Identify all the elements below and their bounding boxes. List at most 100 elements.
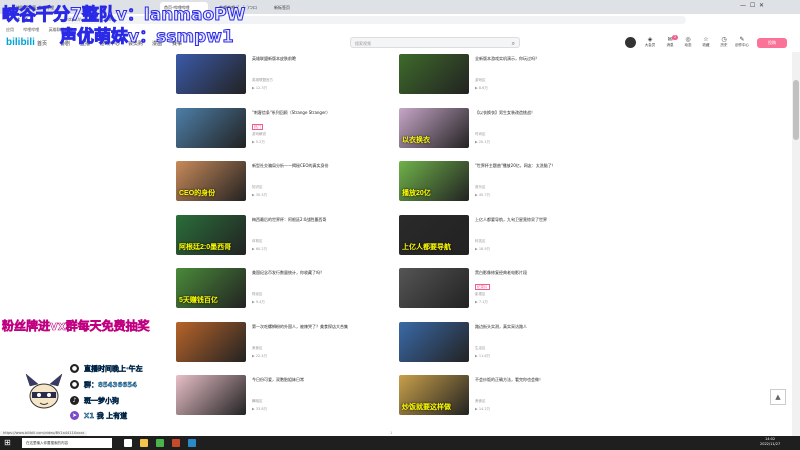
chrome-icon[interactable] <box>156 439 164 447</box>
video-uploader[interactable]: 游戏解说 <box>252 132 266 137</box>
taskbar-clock[interactable]: 14:02 2022/11/27 <box>760 437 780 447</box>
video-feed: 英雄联盟新版本皮肤前瞻 英雄联盟官方 ▶ 12.3万 全新版本游戏实机演示，你玩过吗？… <box>0 52 800 436</box>
video-card[interactable]: 以衣换衣 【以衣换衣】男生女装改造挑战！ 时尚区 ▶ 20.1万 <box>399 107 599 156</box>
video-title[interactable]: "刺客信条"系列回顾（Strange Stranger） <box>252 110 372 116</box>
video-uploader[interactable]: 体育区 <box>252 239 263 244</box>
search-placeholder: 搜索视频 <box>355 41 371 46</box>
video-title[interactable]: 路边街头实测，真实采访路人 <box>475 324 595 330</box>
thumbnail-caption: 以衣换衣 <box>402 136 430 144</box>
video-thumbnail[interactable]: 炒饭就要这样做 <box>399 375 469 415</box>
video-title[interactable]: 英雄联盟新版本皮肤前瞻 <box>252 56 372 62</box>
video-uploader[interactable]: 舞蹈区 <box>252 399 263 404</box>
video-title[interactable]: 新型社交骗局分析——揭秘CEO的真实身份 <box>252 163 372 169</box>
thumbnail-caption: 阿根廷2:0墨西哥 <box>179 243 232 251</box>
video-title[interactable]: 美国纪念币发行数量统计，你收藏了吗？ <box>252 270 372 276</box>
watermark-line-2: 声优萌妹v：ssmpw1 <box>60 27 235 48</box>
video-thumbnail[interactable]: 以衣换衣 <box>399 107 469 148</box>
qq-icon: ● <box>70 380 79 389</box>
app-icon[interactable] <box>172 439 180 447</box>
video-card[interactable]: 第一次吃螺蛳粉的外国人，被辣哭了？美食探店大合集 美食区 ▶ 22.4万 <box>176 321 376 370</box>
video-title[interactable]: 【以衣换衣】男生女装改造挑战！ <box>475 110 595 116</box>
video-uploader[interactable]: 游戏区 <box>475 78 486 83</box>
video-thumbnail[interactable]: 阿根廷2:0墨西哥 <box>176 214 246 255</box>
favorite-icon[interactable]: ☆ 收藏 <box>696 36 716 48</box>
upload-button[interactable]: 投稿 <box>757 38 787 48</box>
penguin-icon: ● <box>70 364 79 373</box>
video-thumbnail[interactable] <box>176 321 246 362</box>
video-thumbnail[interactable] <box>399 321 469 362</box>
history-icon[interactable]: ◷ 历史 <box>714 36 734 48</box>
scrollbar-thumb[interactable] <box>793 80 799 140</box>
douyin-icon: ♪ <box>70 396 79 405</box>
search-input[interactable]: 搜索视频 ⌕ <box>350 37 520 48</box>
video-uploader[interactable]: 知识区 <box>252 185 263 190</box>
video-title[interactable]: 第一次吃螺蛳粉的外国人，被辣哭了？美食探店大合集 <box>252 324 372 330</box>
dynamic-icon[interactable]: ◎ 动态 <box>678 36 698 48</box>
scrollbar[interactable] <box>792 52 800 436</box>
browser-tab[interactable]: 新标签页 <box>270 2 318 14</box>
video-card[interactable]: 英雄联盟新版本皮肤前瞻 英雄联盟官方 ▶ 12.3万 <box>176 54 376 102</box>
video-title[interactable]: 不会炒饭的正确方法，看完你也会做！ <box>475 377 595 383</box>
video-card[interactable]: 上亿人都要导航 上亿人都要导航，九旬卫星竟惊呆了世界 科技区 ▶ 18.9万 <box>399 214 599 263</box>
video-uploader[interactable]: 英雄联盟官方 <box>252 78 273 83</box>
video-title[interactable]: 全新版本游戏实机演示，你玩过吗？ <box>475 56 595 62</box>
search-icon[interactable]: ⌕ <box>512 38 515 49</box>
video-card[interactable]: 5天赚钱百亿 美国纪念币发行数量统计，你收藏了吗？ 财经区 ▶ 9.4万 <box>176 268 376 316</box>
nav-home[interactable]: 首页 <box>37 40 47 47</box>
footer-page-number: 1 <box>390 431 393 435</box>
video-thumbnail[interactable]: CEO的身份 <box>176 161 246 201</box>
video-uploader[interactable]: 音乐区 <box>475 185 486 190</box>
video-uploader[interactable]: 美食区 <box>475 399 486 404</box>
video-view-count: ▶ 22.4万 <box>252 353 268 358</box>
douyin-text: 斑一梦小狗 <box>84 397 119 405</box>
windows-start-icon[interactable]: ⊞ <box>4 439 11 447</box>
video-uploader[interactable]: 生活区 <box>475 346 486 351</box>
task-view-icon[interactable] <box>124 439 132 447</box>
video-thumbnail[interactable] <box>399 268 469 308</box>
video-thumbnail[interactable] <box>176 54 246 94</box>
video-view-count: ▶ 12.3万 <box>252 86 268 90</box>
bilibili-logo[interactable]: bilibili <box>6 37 35 48</box>
creator-icon[interactable]: ✎ 创作中心 <box>732 36 752 48</box>
thumbnail-caption: 播放20亿 <box>402 190 431 197</box>
video-tag: 纪录片 <box>475 284 490 290</box>
video-thumbnail[interactable]: 上亿人都要导航 <box>399 214 469 255</box>
video-title[interactable]: 今日份可爱，双胞胎姐妹日常 <box>252 377 372 383</box>
video-thumbnail[interactable]: 播放20亿 <box>399 161 469 201</box>
video-thumbnail[interactable] <box>176 375 246 415</box>
video-title[interactable]: 梅西最后的世界杯：阿根廷2:0战胜墨西哥 <box>252 217 372 223</box>
video-card[interactable]: 黑白影像修复经典老电影片段 纪录片 影视区 ▶ 7.1万 <box>399 268 599 316</box>
video-title[interactable]: 上亿人都要导航，九旬卫星竟惊呆了世界 <box>475 217 595 223</box>
video-card[interactable]: CEO的身份 新型社交骗局分析——揭秘CEO的真实身份 知识区 ▶ 30.5万 <box>176 161 376 209</box>
video-card[interactable]: 播放20亿 "世界杯主题曲"播放20亿，网友：太洗脑了！ 音乐区 ▶ 45.7万 <box>399 161 599 209</box>
video-card[interactable]: "刺客信条"系列回顾（Strange Stranger） 热门 游戏解说 ▶ 5.2万 <box>176 107 376 156</box>
video-thumbnail[interactable]: 5天赚钱百亿 <box>176 268 246 308</box>
window-controls[interactable]: — ☐ ✕ <box>740 2 764 9</box>
video-thumbnail[interactable] <box>176 107 246 148</box>
avatar[interactable] <box>625 37 636 48</box>
stream-time-text: 直播时间晚上·午左 <box>84 365 143 373</box>
video-uploader[interactable]: 时尚区 <box>475 132 486 137</box>
video-view-count: ▶ 20.1万 <box>475 139 491 144</box>
video-title[interactable]: 黑白影像修复经典老电影片段 <box>475 270 595 276</box>
file-explorer-icon[interactable] <box>140 439 148 447</box>
video-title[interactable]: "世界杯主题曲"播放20亿，网友：太洗脑了！ <box>475 163 595 169</box>
bookmark-item[interactable]: 应用 <box>6 27 14 32</box>
video-card[interactable]: 全新版本游戏实机演示，你玩过吗？ 游戏区 ▶ 8.6万 <box>399 54 599 102</box>
video-uploader[interactable]: 美食区 <box>252 346 263 351</box>
video-uploader[interactable]: 影视区 <box>475 292 486 297</box>
vip-icon[interactable]: ◈ 大会员 <box>640 36 660 48</box>
video-card[interactable]: 阿根廷2:0墨西哥 梅西最后的世界杯：阿根廷2:0战胜墨西哥 体育区 ▶ 60.2万 <box>176 214 376 263</box>
back-to-top-button[interactable]: ▲ <box>770 389 786 405</box>
bookmark-item[interactable]: 哔哩哔哩 <box>23 27 39 32</box>
video-thumbnail[interactable] <box>399 54 469 94</box>
video-uploader[interactable]: 科技区 <box>475 239 486 244</box>
video-uploader[interactable]: 财经区 <box>252 292 263 297</box>
app-icon[interactable] <box>188 439 196 447</box>
video-card[interactable]: 炒饭就要这样做 不会炒饭的正确方法，看完你也会做！ 美食区 ▶ 14.2万 <box>399 375 599 423</box>
taskbar-search-input[interactable]: 在这里输入你要搜索的内容 <box>22 438 112 448</box>
thumbnail-caption: 5天赚钱百亿 <box>179 297 218 304</box>
video-card[interactable]: 路边街头实测，真实采访路人 生活区 ▶ 11.6万 <box>399 321 599 370</box>
rocket-icon: ➤ <box>70 411 79 420</box>
video-card[interactable]: 今日份可爱，双胞胎姐妹日常 舞蹈区 ▶ 33.8万 <box>176 375 376 423</box>
